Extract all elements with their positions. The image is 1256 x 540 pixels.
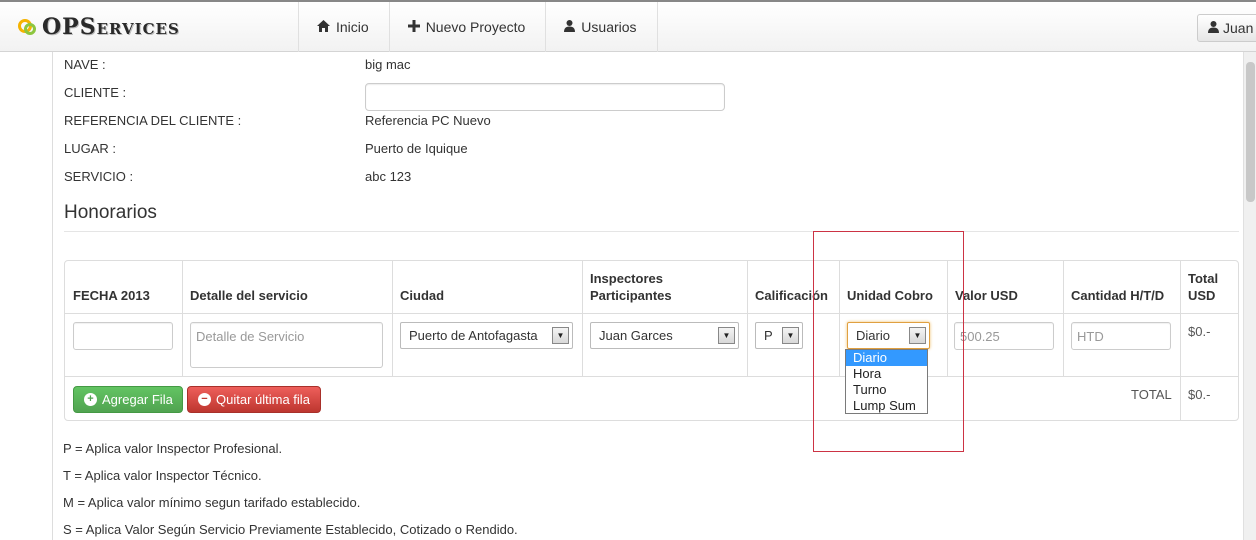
user-icon (1208, 20, 1219, 36)
chevron-down-icon: ▼ (909, 327, 926, 344)
row-total: $0.- (1188, 324, 1211, 339)
scrollbar-thumb[interactable] (1246, 62, 1255, 202)
legend-line: T = Aplica valor Inspector Técnico. (63, 468, 262, 483)
referencia-value: Referencia PC Nuevo (365, 113, 491, 128)
minus-circle-icon: − (198, 393, 211, 406)
cantidad-input[interactable]: HTD (1071, 322, 1171, 350)
plus-circle-icon: + (84, 393, 97, 406)
dropdown-option[interactable]: Hora (846, 366, 927, 382)
unidad-cobro-dropdown[interactable]: Diario Hora Turno Lump Sum (845, 349, 928, 414)
main-nav: Inicio Nuevo Proyecto Usuarios (298, 2, 658, 52)
legend-line: S = Aplica Valor Según Servicio Previame… (63, 522, 518, 537)
header-total-line2: USD (1188, 288, 1216, 303)
section-title-honorarios: Honorarios (64, 202, 157, 223)
ciudad-value: Puerto de Antofagasta (409, 328, 538, 343)
cliente-label: CLIENTE : (64, 85, 127, 100)
nav-nuevo-proyecto-label: Nuevo Proyecto (425, 19, 526, 35)
calificacion-select[interactable]: P ▼ (755, 322, 803, 349)
header-unidad-cobro: Unidad Cobro (847, 288, 933, 303)
calificacion-value: P (764, 328, 773, 343)
dropdown-option[interactable]: Diario (846, 350, 927, 366)
nav-inicio-label: Inicio (336, 19, 369, 35)
nav-usuarios-label: Usuarios (581, 19, 637, 35)
brand-name: OPServices (42, 14, 180, 40)
header-valor-usd: Valor USD (955, 288, 1018, 303)
ciudad-select[interactable]: Puerto de Antofagasta ▼ (400, 322, 573, 349)
nav-nuevo-proyecto[interactable]: Nuevo Proyecto (390, 2, 547, 52)
detalle-servicio-input[interactable]: Detalle de Servicio (190, 322, 383, 368)
nave-label: NAVE : (64, 57, 106, 72)
table-divider (1180, 376, 1181, 420)
referencia-label: REFERENCIA DEL CLIENTE : (64, 113, 242, 128)
vertical-scrollbar[interactable] (1243, 52, 1256, 540)
servicio-value: abc 123 (365, 169, 412, 184)
header-inspectores: Inspectores Participantes (582, 261, 747, 313)
section-divider (64, 231, 1239, 232)
lugar-label: LUGAR : (64, 141, 117, 156)
quitar-fila-button[interactable]: − Quitar última fila (187, 386, 321, 413)
chevron-down-icon: ▼ (552, 327, 569, 344)
legend-line: P = Aplica valor Inspector Profesional. (63, 441, 283, 456)
header-cantidad: Cantidad H/T/D (1071, 288, 1165, 303)
top-navbar: OPServices Inicio Nuevo Proyecto Usuario… (0, 0, 1256, 52)
header-inspectores-line1: Inspectores (590, 271, 663, 286)
cliente-input[interactable] (365, 83, 725, 111)
fecha-input[interactable] (73, 322, 173, 350)
honorarios-table: FECHA 2013 Detalle del servicio Ciudad I… (64, 260, 1239, 421)
total-label: TOTAL (1131, 387, 1172, 402)
home-icon (317, 19, 330, 35)
dropdown-option[interactable]: Lump Sum (846, 398, 927, 414)
header-total-usd: Total USD (1180, 261, 1238, 313)
user-icon (564, 19, 576, 35)
legend-line: M = Aplica valor mínimo segun tarifado e… (63, 495, 361, 510)
valor-usd-input[interactable]: 500.25 (954, 322, 1054, 350)
plus-icon (407, 19, 420, 35)
lugar-value: Puerto de Iquique (365, 141, 468, 156)
nav-inicio[interactable]: Inicio (299, 2, 390, 52)
nav-usuarios[interactable]: Usuarios (546, 2, 658, 52)
chevron-down-icon: ▼ (782, 327, 799, 344)
unidad-cobro-value: Diario (856, 328, 890, 343)
grand-total: $0.- (1188, 387, 1211, 402)
inspector-select[interactable]: Juan Garces ▼ (590, 322, 739, 349)
header-inspectores-line2: Participantes (590, 288, 672, 303)
unidad-cobro-select[interactable]: Diario ▼ (847, 322, 930, 349)
brand[interactable]: OPServices (18, 11, 180, 43)
chevron-down-icon: ▼ (718, 327, 735, 344)
header-ciudad: Ciudad (400, 288, 445, 303)
header-detalle: Detalle del servicio (190, 288, 308, 303)
quitar-fila-label: Quitar última fila (216, 392, 310, 407)
dropdown-option[interactable]: Turno (846, 382, 927, 398)
page-content: NAVE : big mac CLIENTE : REFERENCIA DEL … (52, 52, 1256, 540)
table-divider (65, 376, 1238, 377)
servicio-label: SERVICIO : (64, 169, 134, 184)
user-menu-button[interactable]: Juan (1197, 14, 1256, 42)
header-calificacion: Calificación (755, 288, 828, 303)
inspector-value: Juan Garces (599, 328, 673, 343)
agregar-fila-button[interactable]: + Agregar Fila (73, 386, 183, 413)
header-fecha: FECHA 2013 (73, 288, 150, 303)
user-name: Juan (1223, 20, 1254, 36)
header-total-line1: Total (1188, 271, 1219, 286)
nave-value: big mac (365, 57, 411, 72)
logo-icon (18, 17, 38, 37)
agregar-fila-label: Agregar Fila (102, 392, 173, 407)
